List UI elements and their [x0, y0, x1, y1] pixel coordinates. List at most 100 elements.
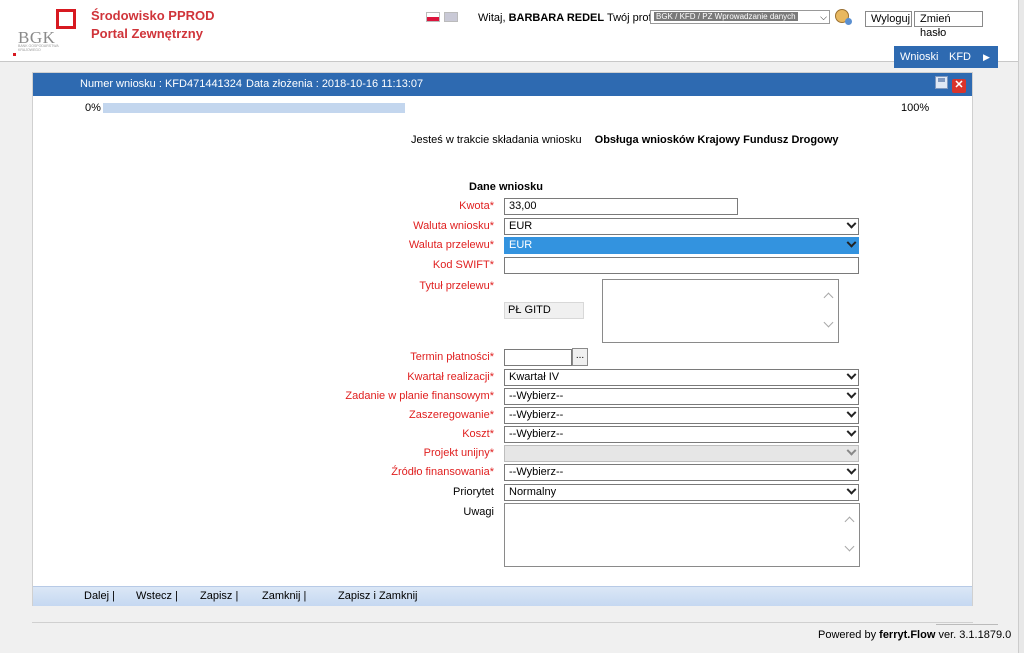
flag-en-icon[interactable]	[444, 12, 459, 22]
tab-scroll-right-icon[interactable]: ▶	[983, 46, 990, 68]
waluta-przelewu-value: EUR	[509, 239, 533, 251]
footer-divider-short	[936, 624, 998, 625]
priorytet-select[interactable]: Normalny	[504, 484, 859, 501]
top-tabs: Wnioski KFD ▶	[894, 46, 998, 68]
date-picker-button[interactable]: ...	[572, 348, 588, 366]
scroll-up-icon[interactable]	[823, 292, 834, 303]
kod-swift-input[interactable]	[504, 257, 859, 274]
logout-button[interactable]: Wyloguj	[865, 11, 912, 27]
footer-version: ver. 3.1.1879.0	[938, 629, 1012, 641]
projekt-select	[504, 445, 859, 462]
zaszeregowanie-label: Zaszeregowanie*	[409, 409, 494, 421]
process-name: Obsługa wniosków Krajowy Fundusz Drogowy	[594, 134, 839, 146]
back-button[interactable]: Wstecz |	[136, 587, 178, 606]
chevron-down-icon	[846, 408, 857, 418]
zrodlo-value: --Wybierz--	[509, 466, 564, 478]
portal-name: Środowisko PPROD Portal Zewnętrzny	[91, 7, 215, 43]
save-and-close-button[interactable]: Zapisz i Zamknij	[338, 587, 417, 606]
language-flags	[426, 12, 459, 24]
kwota-label: Kwota*	[459, 200, 494, 212]
waluta-wniosku-value: EUR	[509, 220, 533, 232]
zaszeregowanie-value: --Wybierz--	[509, 409, 564, 421]
kwartal-label: Kwartał realizacji*	[407, 371, 494, 383]
zaszeregowanie-select[interactable]: --Wybierz--	[504, 407, 859, 424]
logo-square	[56, 9, 76, 29]
scroll-down-icon[interactable]	[823, 317, 834, 328]
tab-kfd[interactable]: KFD	[949, 46, 971, 68]
chevron-down-icon	[846, 485, 857, 495]
chevron-down-icon	[846, 446, 857, 456]
koszt-select[interactable]: --Wybierz--	[504, 426, 859, 443]
request-number: Numer wniosku : KFD471441324	[80, 78, 243, 90]
chevron-down-icon	[846, 219, 857, 229]
close-icon[interactable]: ✕	[952, 79, 966, 93]
kod-swift-label: Kod SWIFT*	[432, 259, 494, 271]
scroll-down-icon[interactable]	[844, 541, 855, 552]
termin-label: Termin płatności*	[410, 351, 494, 363]
kwartal-value: Kwartał IV	[509, 371, 560, 383]
waluta-wniosku-label: Waluta wniosku*	[413, 220, 494, 232]
chevron-down-icon	[846, 370, 857, 380]
progress-start-label: 0%	[85, 102, 101, 114]
footer-prefix: Powered by	[818, 629, 877, 641]
tytul-przelewu-textarea[interactable]	[602, 279, 839, 343]
koszt-value: --Wybierz--	[509, 428, 564, 440]
user-profile-icon[interactable]	[835, 9, 852, 25]
zrodlo-label: Źródło finansowania*	[391, 466, 494, 478]
uwagi-textarea[interactable]	[504, 503, 860, 567]
footer: Powered by ferryt.Flow ver. 3.1.1879.0	[818, 629, 1011, 641]
close-button[interactable]: Zamknij |	[262, 587, 306, 606]
action-bar: Dalej | Wstecz | Zapisz | Zamknij | Zapi…	[33, 586, 972, 606]
logo-dot	[13, 53, 16, 56]
uwagi-label: Uwagi	[463, 506, 494, 518]
waluta-wniosku-select[interactable]: EUR	[504, 218, 859, 235]
process-info: Jesteś w trakcie składania wniosku Obsłu…	[411, 134, 839, 146]
request-title-bar: Numer wniosku : KFD471441324 Data złożen…	[33, 73, 972, 96]
chevron-down-icon	[846, 465, 857, 475]
window-scrollbar[interactable]	[1018, 0, 1024, 653]
progress-end-label: 100%	[901, 102, 930, 114]
change-password-button[interactable]: Zmień hasło	[914, 11, 983, 39]
process-prefix: Jesteś w trakcie składania wniosku	[411, 134, 582, 146]
koszt-label: Koszt*	[462, 428, 494, 440]
kwartal-select[interactable]: Kwartał IV	[504, 369, 859, 386]
save-button[interactable]: Zapisz |	[200, 587, 238, 606]
submit-date: Data złożenia : 2018-10-16 11:13:07	[246, 78, 424, 90]
footer-brand: ferryt.Flow	[879, 629, 936, 641]
priorytet-value: Normalny	[509, 486, 557, 498]
zrodlo-select[interactable]: --Wybierz--	[504, 464, 859, 481]
flag-pl-icon[interactable]	[426, 12, 440, 22]
footer-divider	[32, 622, 973, 623]
progress-fill	[103, 103, 405, 113]
termin-input[interactable]	[504, 349, 572, 366]
zadanie-select[interactable]: --Wybierz--	[504, 388, 859, 405]
priorytet-label: Priorytet	[453, 486, 494, 498]
zadanie-label: Zadanie w planie finansowym*	[345, 390, 494, 402]
chevron-down-icon: ⌵	[820, 12, 827, 22]
header: BGK BANK GOSPODARSTWA KRAJOWEGO Środowis…	[0, 0, 1024, 68]
chevron-down-icon	[846, 389, 857, 399]
scroll-up-icon[interactable]	[844, 516, 855, 527]
portal-name-line1: Środowisko PPROD	[91, 8, 215, 23]
chevron-down-icon	[846, 427, 857, 437]
portal-name-line2: Portal Zewnętrzny	[91, 26, 203, 41]
request-panel: Numer wniosku : KFD471441324 Data złożen…	[32, 72, 973, 606]
welcome-prefix: Witaj,	[478, 12, 506, 24]
section-title: Dane wniosku	[469, 181, 543, 193]
user-name: BARBARA REDEL	[508, 12, 605, 24]
save-icon[interactable]	[935, 76, 948, 89]
tab-wnioski[interactable]: Wnioski	[900, 46, 939, 68]
zadanie-value: --Wybierz--	[509, 390, 564, 402]
next-button[interactable]: Dalej |	[84, 587, 115, 606]
chevron-down-icon	[846, 238, 857, 248]
waluta-przelewu-select[interactable]: EUR	[504, 237, 859, 254]
logo-subtext: BANK GOSPODARSTWA KRAJOWEGO	[18, 44, 59, 52]
kwota-input[interactable]: 33,00	[504, 198, 738, 215]
waluta-przelewu-label: Waluta przelewu*	[408, 239, 494, 251]
welcome-text: Witaj, BARBARA REDEL Twój profil:	[478, 12, 660, 24]
tytul-prefix: PŁ GITD	[504, 302, 584, 319]
profile-select[interactable]: BGK / KFD / PZ Wprowadzanie danych ⌵	[650, 10, 830, 24]
tytul-przelewu-label: Tytuł przelewu*	[419, 280, 494, 292]
projekt-label: Projekt unijny*	[423, 447, 494, 459]
profile-value: BGK / KFD / PZ Wprowadzanie danych	[654, 12, 798, 21]
